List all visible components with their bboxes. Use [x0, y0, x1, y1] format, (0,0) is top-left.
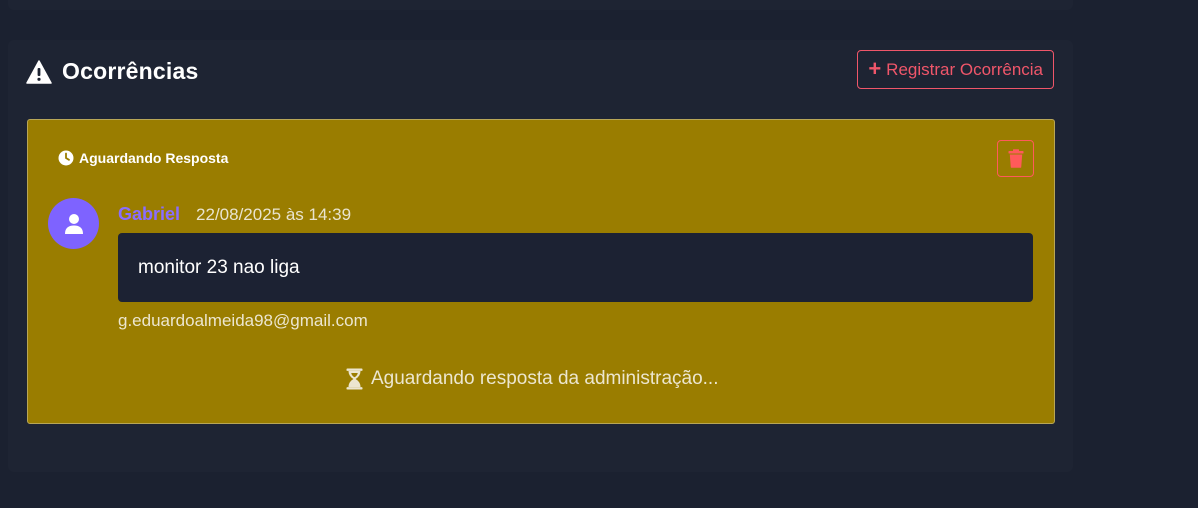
occurrences-panel: Ocorrências + Registrar Ocorrência Aguar… [8, 40, 1073, 472]
user-icon [64, 213, 83, 234]
status-badge: Aguardando Resposta [58, 150, 228, 166]
previous-card [8, 0, 1073, 10]
register-occurrence-button[interactable]: + Registrar Ocorrência [857, 50, 1054, 89]
delete-occurrence-button[interactable] [997, 140, 1034, 177]
register-occurrence-label: Registrar Ocorrência [886, 59, 1043, 79]
waiting-text: Aguardando resposta da administração... [371, 368, 719, 389]
message-timestamp: 22/08/2025 às 14:39 [196, 205, 352, 224]
message-text: monitor 23 nao liga [138, 256, 300, 278]
avatar [48, 198, 99, 249]
plus-icon: + [868, 55, 882, 81]
status-label: Aguardando Resposta [79, 150, 229, 166]
page-title: Ocorrências [62, 58, 199, 84]
panel-header: Ocorrências + Registrar Ocorrência [26, 50, 1054, 90]
clock-icon [58, 150, 74, 166]
trash-icon [1008, 149, 1023, 168]
title-wrap: Ocorrências [26, 58, 198, 85]
hourglass-icon [346, 368, 363, 390]
warning-triangle-icon [26, 59, 52, 84]
message-meta: Gabriel 22/08/2025 às 14:39 [118, 204, 351, 225]
author-name: Gabriel [118, 204, 181, 224]
occurrence-card: Aguardando Resposta Gabriel 22/08/2025 à… [27, 119, 1055, 424]
author-email: g.eduardoalmeida98@gmail.com [118, 311, 368, 330]
message-bubble: monitor 23 nao liga [118, 233, 1033, 302]
waiting-notice: Aguardando resposta da administração... [346, 368, 719, 390]
